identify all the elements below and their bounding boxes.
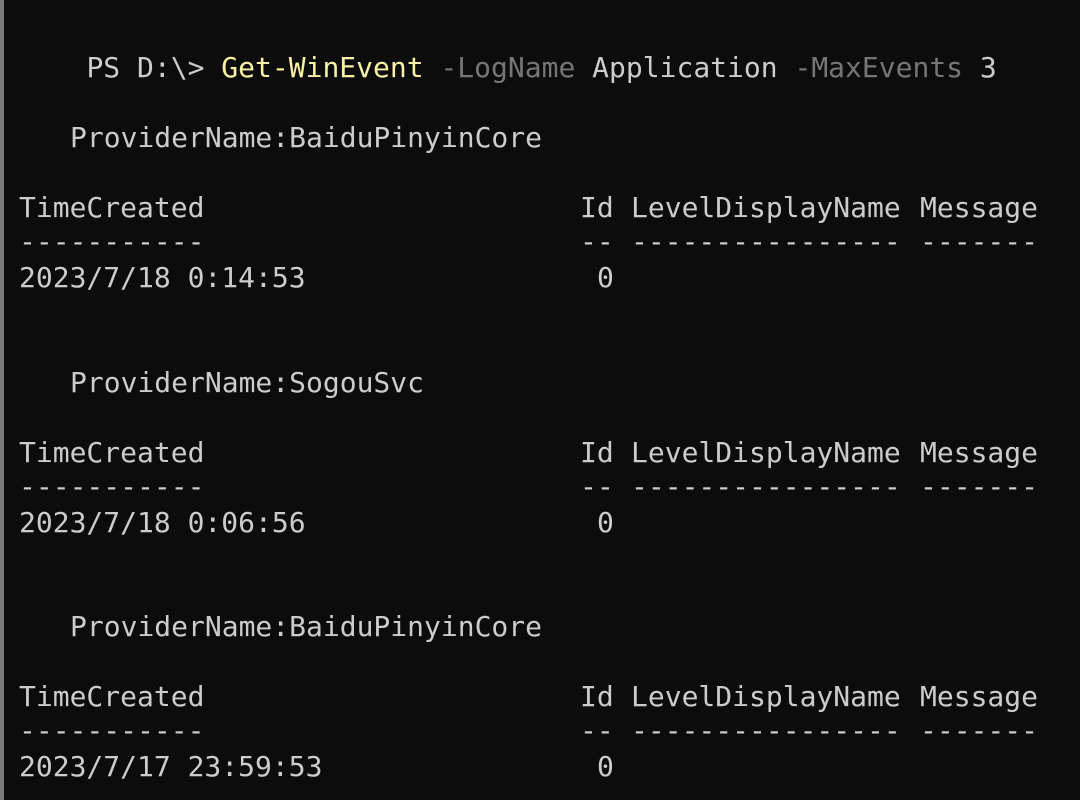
separator-id: --: [580, 225, 614, 258]
header-timecreated: TimeCreated: [19, 680, 205, 713]
table-row: 2023/7/18 0:06:56 0: [0, 506, 1080, 540]
table-header: TimeCreated Id LevelDisplayName Message: [0, 191, 1080, 225]
terminal-window[interactable]: PS D:\> Get-WinEvent -LogName Applicatio…: [0, 0, 1080, 800]
separator-id: --: [580, 470, 614, 503]
prompt: PS D:\>: [86, 51, 222, 84]
header-message: Message: [920, 680, 1039, 713]
cmdlet: Get-WinEvent: [221, 51, 424, 84]
table-header: TimeCreated Id LevelDisplayName Message: [0, 680, 1080, 714]
header-separator: ----------- -- ---------------- -------: [0, 714, 1080, 748]
header-id: Id: [580, 680, 614, 713]
argument-logname: Application: [592, 51, 778, 84]
separator-message: -------: [920, 470, 1039, 503]
header-leveldisplayname: LevelDisplayName: [631, 191, 901, 224]
table-header: TimeCreated Id LevelDisplayName Message: [0, 436, 1080, 470]
header-message: Message: [920, 191, 1039, 224]
cell-timecreated: 2023/7/18 0:06:56: [19, 506, 306, 539]
separator-message: -------: [920, 225, 1039, 258]
separator-level: ----------------: [631, 225, 901, 258]
header-leveldisplayname: LevelDisplayName: [631, 436, 901, 469]
parameter-maxevents: -MaxEvents: [794, 51, 964, 84]
table-row: 2023/7/17 23:59:53 0: [0, 750, 1080, 784]
header-id: Id: [580, 436, 614, 469]
header-timecreated: TimeCreated: [19, 436, 205, 469]
header-message: Message: [920, 436, 1039, 469]
command-line: PS D:\> Get-WinEvent -LogName Applicatio…: [19, 17, 996, 84]
separator-time: -----------: [19, 714, 205, 747]
separator-level: ----------------: [631, 470, 901, 503]
table-row: 2023/7/18 0:14:53 0: [0, 261, 1080, 295]
cell-timecreated: 2023/7/17 23:59:53: [19, 750, 323, 783]
separator-time: -----------: [19, 470, 205, 503]
separator-level: ----------------: [631, 714, 901, 747]
header-separator: ----------- -- ---------------- -------: [0, 225, 1080, 259]
provider-name: ProviderName:SogouSvc: [70, 366, 425, 399]
cell-timecreated: 2023/7/18 0:14:53: [19, 261, 306, 294]
cell-id: 0: [597, 261, 614, 294]
cell-id: 0: [597, 750, 614, 783]
header-id: Id: [580, 191, 614, 224]
header-timecreated: TimeCreated: [19, 191, 205, 224]
provider-name: ProviderName:BaiduPinyinCore: [70, 610, 543, 643]
parameter-logname: -LogName: [440, 51, 576, 84]
header-leveldisplayname: LevelDisplayName: [631, 680, 901, 713]
provider-name: ProviderName:BaiduPinyinCore: [70, 121, 543, 154]
separator-time: -----------: [19, 225, 205, 258]
header-separator: ----------- -- ---------------- -------: [0, 470, 1080, 504]
argument-maxevents: 3: [979, 51, 997, 84]
separator-message: -------: [920, 714, 1039, 747]
cell-id: 0: [597, 506, 614, 539]
separator-id: --: [580, 714, 614, 747]
